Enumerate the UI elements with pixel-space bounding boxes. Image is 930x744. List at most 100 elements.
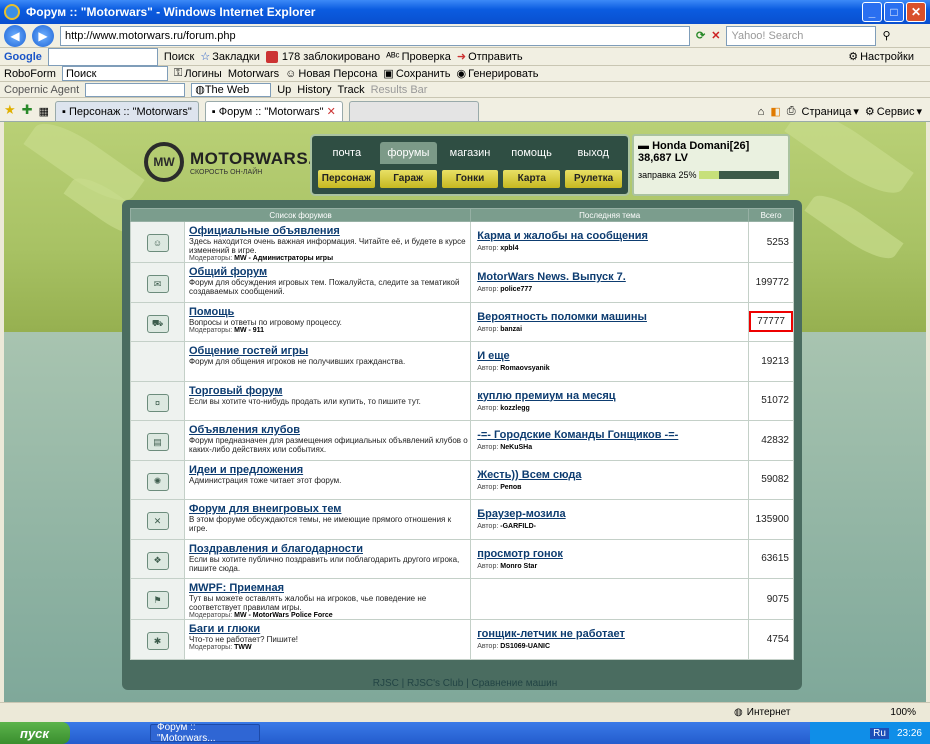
last-topic-author: Автор: banzai [471,323,748,333]
last-topic-link[interactable]: куплю премиум на месяц [471,382,748,402]
forum-title-link[interactable]: Официальные объявления [185,222,470,237]
save-button[interactable]: ▣ Сохранить [383,67,450,81]
new-persona-button[interactable]: ☺ Новая Персона [285,68,377,80]
last-topic-link[interactable]: Жесть)) Всем сюда [471,461,748,481]
back-icon[interactable]: ◀ [4,24,26,47]
home-icon[interactable]: ⌂ [758,106,765,118]
moderator-name[interactable]: MW - MotorWars Police Force [234,612,333,619]
moderator-name[interactable]: MW - 911 [234,327,264,334]
author-name[interactable]: kozzlegg [500,405,530,412]
start-button[interactable]: пуск [0,722,70,744]
author-name[interactable]: Monro Star [500,563,537,570]
last-topic-link[interactable]: гонщик-летчик не работает [471,620,748,640]
last-topic-cell: Вероятность поломки машины Автор: banzai [470,301,750,342]
author-name[interactable]: NeKuSHa [500,444,532,451]
address-input[interactable]: http://www.motorwars.ru/forum.php [60,25,690,46]
logins-button[interactable]: ⚿ Логины [174,67,222,80]
last-topic-author: Автор: Monro Star [471,560,748,570]
print-icon[interactable]: ⎙ [787,105,796,118]
send-button[interactable]: ➜ Отправить [457,50,523,64]
spellcheck-button[interactable]: ᴬᴮᶜ Проверка [386,51,451,63]
last-topic-link[interactable]: Вероятность поломки машины [471,303,748,323]
tab-persona[interactable]: ▪ Персонаж :: "Motorwars" [54,101,199,121]
page-menu[interactable]: Страница ▾ [802,105,859,119]
up-button[interactable]: Up [277,84,291,96]
google-search-input[interactable] [47,47,158,66]
taskbar-ie-window[interactable]: Форум :: "Motorwars... [150,722,260,744]
menu-roulette[interactable]: Рулетка [565,170,622,188]
forward-icon[interactable]: ▶ [32,24,54,47]
author-name[interactable]: banzai [500,326,522,333]
bookmarks-button[interactable]: ☆ Закладки [200,50,259,64]
roboform-search-input[interactable]: Поиск [61,66,168,81]
menu-shop[interactable]: магазин [441,142,499,164]
service-menu[interactable]: ⚙ Сервис ▾ [865,105,922,119]
last-topic-cell [470,578,750,620]
author-name[interactable]: Romaovsyanik [500,365,549,372]
zoom-label[interactable]: 100% [890,707,916,718]
language-indicator[interactable]: Ru [870,727,889,739]
copernic-search-input[interactable] [85,82,186,97]
topic-total: 4754 [766,633,789,645]
footer-links[interactable]: RJSC | RJSC's Club | Сравнение машин [4,678,926,689]
author-name[interactable]: DS1069-UANIC [500,643,550,650]
close-icon[interactable]: ✕ [906,2,926,22]
maximize-icon[interactable]: □ [884,2,904,22]
tab-list-icon[interactable]: ▦ [39,105,49,118]
copernic-scope-select[interactable]: ◍ The Web [191,82,272,97]
forum-title-link[interactable]: Форум для внеигровых тем [185,500,470,515]
last-topic-link[interactable]: Браузер-мозила [471,500,748,520]
author-name[interactable]: police777 [500,286,532,293]
moderator-name[interactable]: TWW [234,644,252,651]
minimize-icon[interactable]: _ [862,2,882,22]
menu-forums[interactable]: форумы [379,142,438,164]
last-topic-link[interactable]: -=- Городские Команды Гонщиков -=- [471,421,748,441]
history-button[interactable]: History [297,84,331,96]
forum-title-link[interactable]: Общий форум [185,263,470,278]
menu-garage[interactable]: Гараж [379,170,437,188]
menu-races[interactable]: Гонки [441,170,499,188]
forum-title-link[interactable]: Торговый форум [185,382,470,397]
refresh-icon[interactable]: ⟳ [696,29,705,42]
tab-forum[interactable]: ▪ Форум :: "Motorwars" ✕ [204,101,343,121]
last-topic-link[interactable]: И еще [471,342,748,362]
forum-title-link[interactable]: Помощь [185,303,470,318]
favorites-star-icon[interactable]: ★ [4,102,16,118]
forum-title-link[interactable]: MWPF: Приемная [185,579,470,594]
tab-close-icon[interactable]: ✕ [327,105,336,118]
track-button[interactable]: Track [338,84,365,96]
roboform-logo[interactable]: RoboForm [4,68,56,80]
last-topic-link[interactable]: MotorWars News. Выпуск 7. [471,263,748,283]
author-name[interactable]: xpbl4 [500,245,518,252]
last-topic-link[interactable]: просмотр гонок [471,540,748,560]
forum-title-link[interactable]: Идеи и предложения [185,461,470,476]
last-topic-link[interactable]: Карма и жалобы на сообщения [471,222,748,242]
author-name[interactable]: Репов [500,484,521,491]
popup-blocked-button[interactable]: 178 заблокировано [265,50,380,63]
player-name[interactable]: Honda Domani[26] [652,140,749,152]
motorwars-login-button[interactable]: Motorwars [228,68,279,80]
new-tab[interactable] [348,101,479,121]
author-name[interactable]: -GARFILD- [500,523,536,530]
menu-logout[interactable]: выход [564,142,622,164]
menu-map[interactable]: Карта [503,170,561,188]
search-icon[interactable]: ⚲ [882,29,890,42]
author-label: Автор: [477,365,499,372]
forum-title-link[interactable]: Объявления клубов [185,421,470,436]
moderator-name[interactable]: MW - Администраторы игры [234,255,333,262]
forum-title-link[interactable]: Поздравления и благодарности [185,540,470,555]
feeds-icon[interactable]: ◧ [770,105,780,118]
stop-icon[interactable]: ✕ [711,29,720,42]
forum-description: Вопросы и ответы по игровому процессу. [189,317,342,327]
generate-button[interactable]: ◉ Генерировать [456,67,538,81]
menu-character[interactable]: Персонаж [318,170,375,188]
menu-mail[interactable]: почта [318,142,376,164]
google-search-button[interactable]: Поиск [164,51,194,63]
forum-title-link[interactable]: Общение гостей игры [185,342,470,357]
results-bar-button[interactable]: Results Bar [371,84,428,96]
google-settings-button[interactable]: ⚙ Настройки [848,50,914,64]
menu-help[interactable]: помощь [503,142,561,164]
forum-title-link[interactable]: Баги и глюки [185,620,470,635]
add-favorite-icon[interactable]: ✚ [22,102,33,118]
yahoo-search-input[interactable]: Yahoo! Search [726,25,877,46]
